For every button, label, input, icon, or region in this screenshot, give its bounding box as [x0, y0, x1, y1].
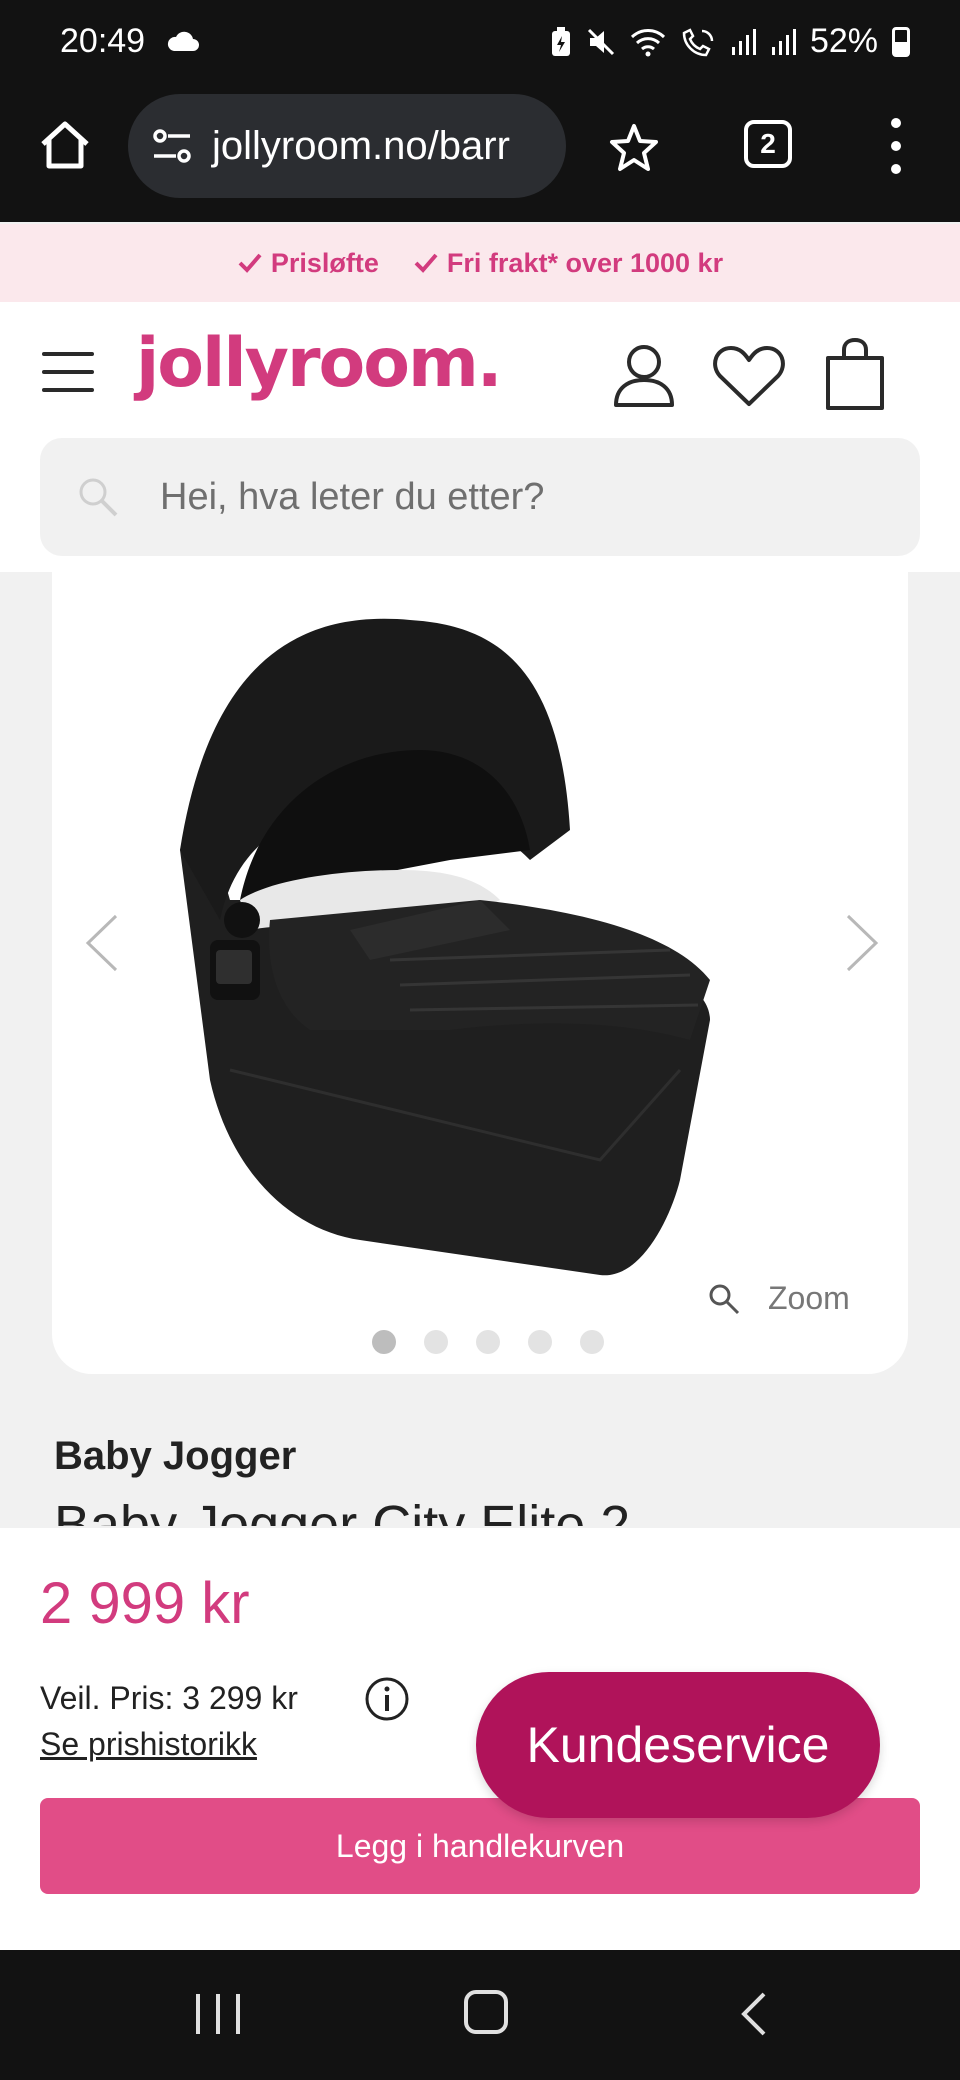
pagination-dot[interactable] — [528, 1330, 552, 1354]
recents-icon[interactable] — [196, 1994, 240, 2038]
star-icon[interactable] — [608, 122, 660, 174]
promo-item: Prisløfte — [237, 248, 379, 279]
product-brand[interactable]: Baby Jogger — [54, 1434, 296, 1479]
system-nav-bar — [0, 1950, 960, 2080]
home-icon[interactable] — [38, 118, 92, 172]
address-bar[interactable]: jollyroom.no/barr — [128, 94, 566, 198]
pagination-dot[interactable] — [580, 1330, 604, 1354]
site-settings-icon[interactable] — [150, 126, 194, 166]
browser-toolbar: jollyroom.no/barr 2 — [0, 90, 960, 222]
zoom-label: Zoom — [768, 1280, 850, 1316]
check-icon — [414, 253, 438, 273]
menu-icon[interactable] — [880, 118, 912, 174]
battery-saver-icon — [551, 26, 570, 56]
site-logo[interactable]: jollyroom. — [136, 324, 503, 403]
product-title-clip: Baby Jogger City Elite 2 — [54, 1490, 914, 1526]
promo-item: Fri frakt* over 1000 kr — [413, 248, 723, 279]
status-bar: 20:49 52% — [0, 0, 960, 90]
recommended-price: Veil. Pris: 3 299 kr — [40, 1680, 298, 1716]
battery-icon — [892, 26, 910, 57]
user-icon[interactable] — [612, 342, 676, 408]
battery-percent: 52% — [809, 22, 878, 60]
cloud-icon — [167, 31, 199, 51]
mute-icon — [587, 28, 614, 55]
search-icon — [79, 478, 118, 517]
menu-icon[interactable] — [42, 352, 94, 392]
pagination-dot[interactable] — [372, 1330, 396, 1354]
site-header: jollyroom. — [0, 302, 960, 572]
product-price: 2 999 kr — [40, 1571, 250, 1636]
product-image[interactable] — [150, 600, 810, 1280]
signal-icon — [731, 28, 756, 55]
pagination-dot[interactable] — [476, 1330, 500, 1354]
bag-icon[interactable] — [824, 338, 886, 410]
heart-icon[interactable] — [712, 344, 786, 408]
price-history-link[interactable]: Se prishistorikk — [40, 1726, 257, 1763]
search-bar[interactable] — [40, 438, 920, 556]
check-icon — [238, 253, 262, 273]
previous-image-arrow-icon[interactable] — [82, 912, 122, 974]
product-title: Baby Jogger City Elite 2 — [54, 1495, 631, 1526]
image-pagination — [372, 1330, 604, 1354]
promo-strip: Prisløfte Fri frakt* over 1000 kr — [0, 224, 960, 302]
promo-label: Fri frakt* over 1000 kr — [446, 247, 724, 278]
info-icon[interactable] — [364, 1676, 410, 1722]
search-input[interactable] — [160, 475, 840, 519]
customer-service-button[interactable]: Kundeservice — [476, 1672, 880, 1818]
tabs-button[interactable]: 2 — [744, 120, 792, 168]
home-nav-icon[interactable] — [464, 1990, 508, 2034]
zoom-button[interactable]: Zoom — [708, 1280, 850, 1317]
back-icon[interactable] — [738, 1990, 768, 2038]
wifi-icon — [630, 28, 665, 56]
wifi-calling-icon — [682, 27, 714, 56]
signal-icon — [771, 28, 796, 55]
status-time: 20:49 — [60, 22, 146, 60]
zoom-icon — [709, 1284, 740, 1314]
next-image-arrow-icon[interactable] — [842, 912, 882, 974]
url-text: jollyroom.no/barr — [212, 123, 510, 168]
promo-label: Prisløfte — [270, 247, 379, 278]
pagination-dot[interactable] — [424, 1330, 448, 1354]
